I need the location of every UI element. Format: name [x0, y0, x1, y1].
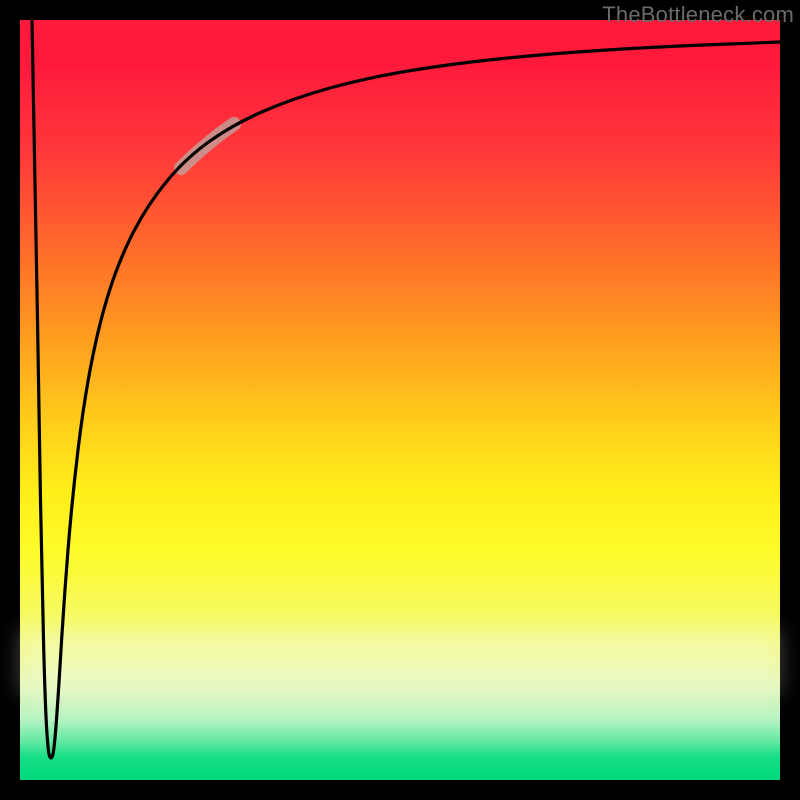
curve-main [32, 20, 780, 758]
curve-layer [20, 20, 780, 780]
attribution-label: TheBottleneck.com [602, 2, 794, 28]
chart-frame: TheBottleneck.com [0, 0, 800, 800]
